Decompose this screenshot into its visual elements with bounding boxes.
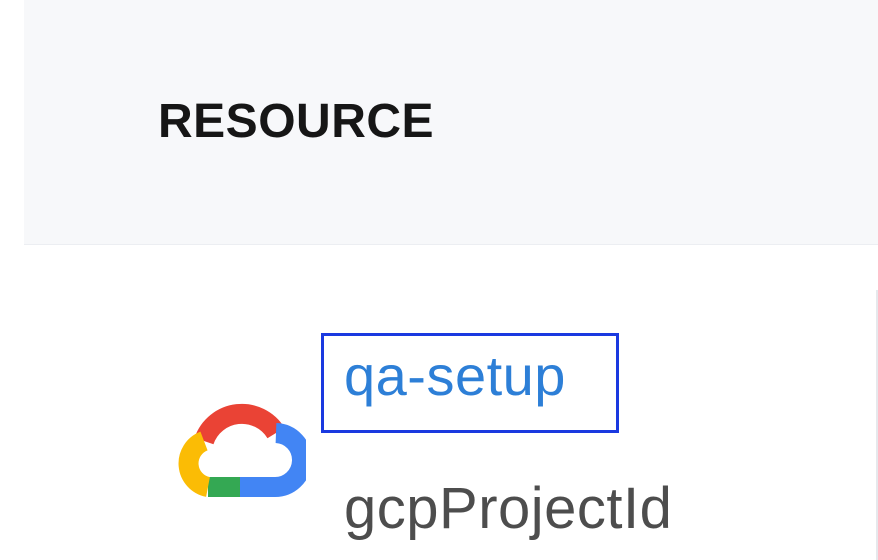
resource-table: RESOURCE qa-setup gcpProjectId xyxy=(0,0,878,560)
resource-column-header[interactable]: RESOURCE xyxy=(158,98,434,146)
google-cloud-icon xyxy=(178,395,312,499)
row-divider xyxy=(24,244,878,245)
resource-name-link[interactable]: qa-setup xyxy=(344,348,566,404)
table-header xyxy=(24,0,878,244)
resource-type-label: gcpProjectId xyxy=(344,476,673,541)
